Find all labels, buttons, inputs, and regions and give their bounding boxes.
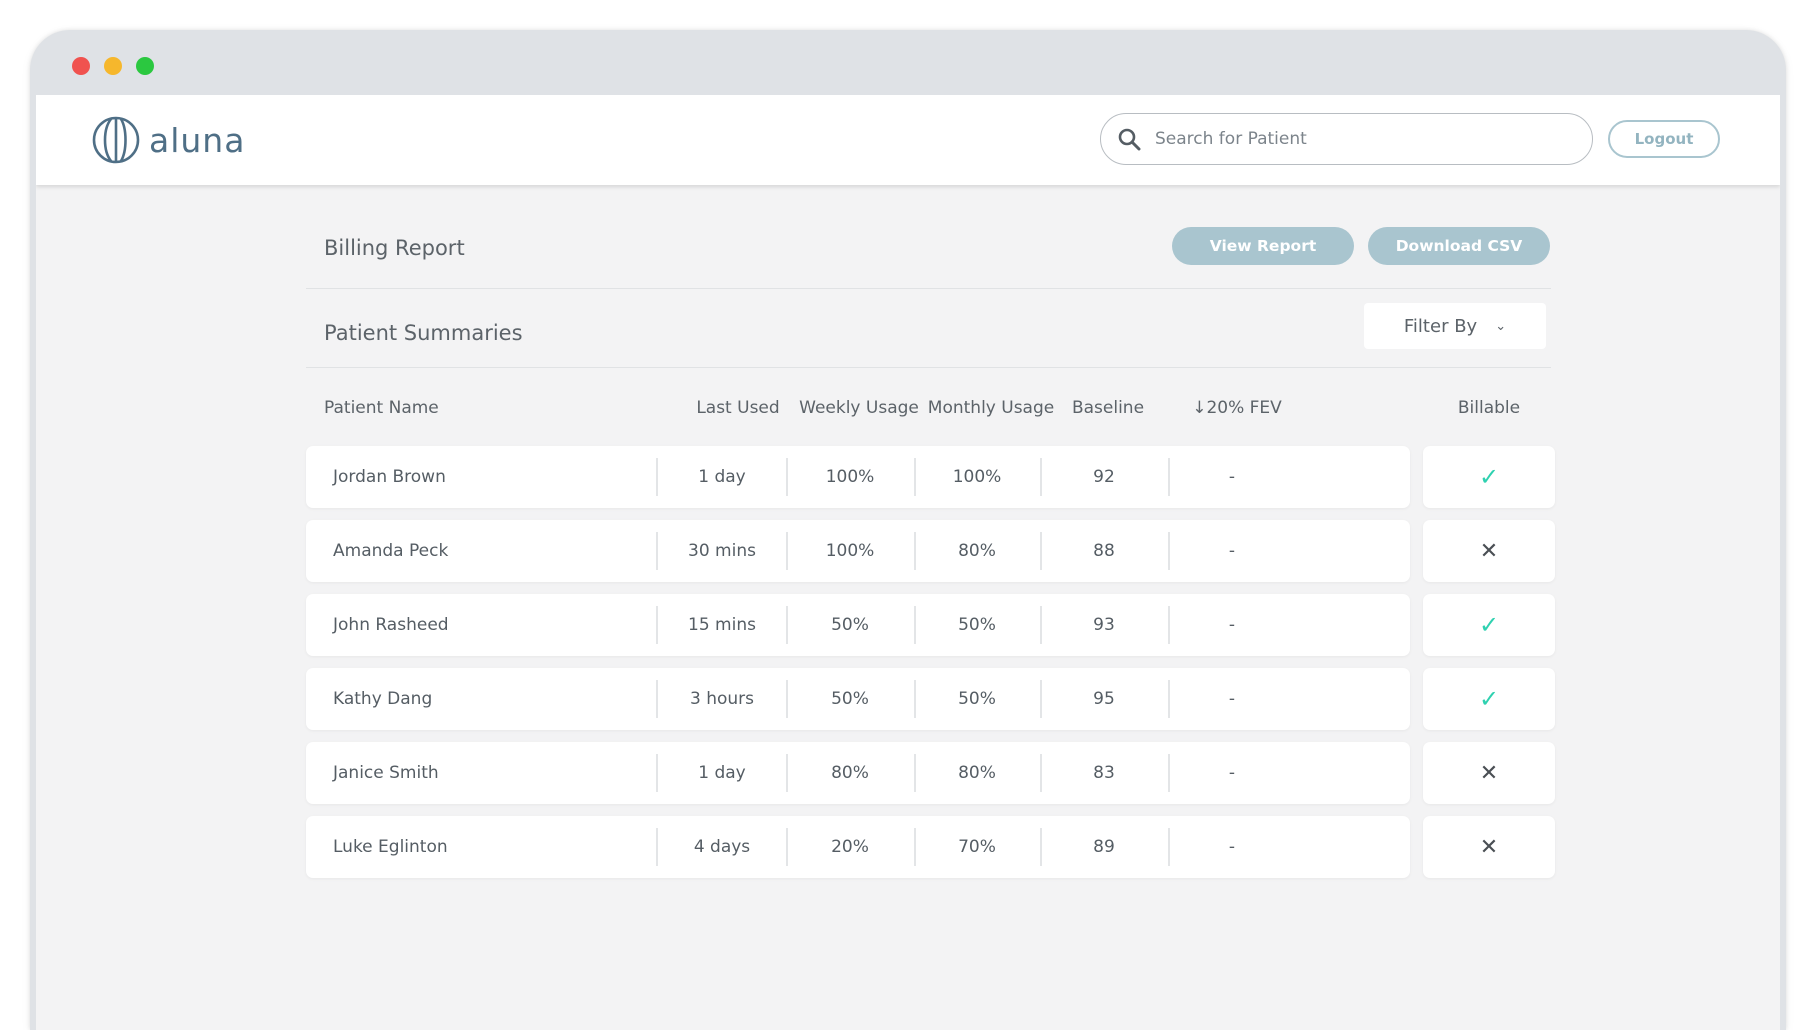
billable-cell[interactable]: ✓ (1423, 668, 1555, 730)
cell-weekly: 100% (825, 467, 875, 487)
cell-weekly: 20% (831, 837, 869, 857)
filter-dropdown[interactable]: Filter By ⌄ (1364, 303, 1546, 349)
close-icon: ✕ (1479, 834, 1499, 860)
patient-name: Kathy Dang (333, 689, 433, 709)
patient-name: Janice Smith (333, 763, 439, 783)
patient-name: Amanda Peck (333, 541, 449, 561)
minimize-window-button[interactable] (104, 57, 122, 75)
patient-row-card[interactable]: Jordan Brown 1 day 100% 100% 92 - (306, 446, 1410, 508)
section-title: Patient Summaries (324, 321, 523, 345)
column-header-billable[interactable]: Billable (1423, 398, 1555, 418)
patient-row-card[interactable]: John Rasheed 15 mins 50% 50% 93 - (306, 594, 1410, 656)
cell-weekly: 100% (825, 541, 875, 561)
view-report-button[interactable]: View Report (1172, 227, 1354, 265)
cell-fev: - (1228, 689, 1236, 709)
cell-fev: - (1228, 763, 1236, 783)
browser-window: aluna Logout Billing Report View Report … (30, 30, 1786, 1030)
main-content: Billing Report View Report Download CSV … (306, 185, 1555, 890)
cell-baseline: 92 (1093, 467, 1115, 487)
table-row[interactable]: Janice Smith 1 day 80% 80% 83 - ✕ (306, 742, 1555, 806)
cell-weekly: 50% (831, 615, 869, 635)
cell-monthly: 100% (952, 467, 1002, 487)
app-header: aluna Logout (36, 95, 1780, 185)
close-window-button[interactable] (72, 57, 90, 75)
cell-monthly: 80% (958, 763, 996, 783)
table-row[interactable]: Jordan Brown 1 day 100% 100% 92 - ✓ (306, 446, 1555, 510)
billable-cell[interactable]: ✕ (1423, 520, 1555, 582)
billable-cell[interactable]: ✕ (1423, 816, 1555, 878)
brand-name: aluna (149, 120, 246, 160)
cell-fev: - (1228, 467, 1236, 487)
logout-button[interactable]: Logout (1608, 120, 1720, 158)
cell-fev: - (1228, 541, 1236, 561)
cell-last-used: 1 day (698, 467, 746, 487)
cell-fev: - (1228, 837, 1236, 857)
billable-cell[interactable]: ✓ (1423, 594, 1555, 656)
cell-monthly: 70% (958, 837, 996, 857)
check-icon: ✓ (1478, 685, 1500, 713)
cell-last-used: 15 mins (688, 615, 756, 635)
search-input[interactable] (1155, 129, 1555, 149)
column-header-patient-name[interactable]: Patient Name (324, 398, 439, 418)
download-csv-button[interactable]: Download CSV (1368, 227, 1550, 265)
cell-baseline: 88 (1093, 541, 1115, 561)
page-title: Billing Report (324, 236, 465, 260)
search-icon (1118, 128, 1141, 151)
cell-baseline: 95 (1093, 689, 1115, 709)
cell-last-used: 1 day (698, 763, 746, 783)
window-controls (72, 57, 154, 75)
table-row[interactable]: Amanda Peck 30 mins 100% 80% 88 - ✕ (306, 520, 1555, 584)
cell-fev: - (1228, 615, 1236, 635)
patient-search[interactable] (1100, 113, 1593, 165)
cell-last-used: 3 hours (689, 689, 754, 709)
patient-row-card[interactable]: Luke Eglinton 4 days 20% 70% 89 - (306, 816, 1410, 878)
table-row[interactable]: Luke Eglinton 4 days 20% 70% 89 - ✕ (306, 816, 1555, 880)
maximize-window-button[interactable] (136, 57, 154, 75)
cell-weekly: 50% (831, 689, 869, 709)
patient-row-card[interactable]: Janice Smith 1 day 80% 80% 83 - (306, 742, 1410, 804)
billable-cell[interactable]: ✓ (1423, 446, 1555, 508)
cell-monthly: 50% (958, 689, 996, 709)
table-header: Patient Name Last Used Weekly Usage Mont… (306, 368, 1551, 446)
patient-name: John Rasheed (333, 615, 449, 635)
cell-monthly: 50% (958, 615, 996, 635)
brand-logo[interactable]: aluna (91, 115, 245, 165)
billing-report-header: Billing Report View Report Download CSV (306, 185, 1551, 289)
cell-baseline: 89 (1093, 837, 1115, 857)
chevron-down-icon: ⌄ (1495, 318, 1507, 334)
table-row[interactable]: John Rasheed 15 mins 50% 50% 93 - ✓ (306, 594, 1555, 658)
table-row[interactable]: Kathy Dang 3 hours 50% 50% 95 - ✓ (306, 668, 1555, 732)
patient-row-card[interactable]: Amanda Peck 30 mins 100% 80% 88 - (306, 520, 1410, 582)
patient-name: Jordan Brown (333, 467, 446, 487)
cell-weekly: 80% (831, 763, 869, 783)
close-icon: ✕ (1479, 760, 1499, 786)
cell-last-used: 30 mins (688, 541, 756, 561)
billable-cell[interactable]: ✕ (1423, 742, 1555, 804)
column-header-fev[interactable]: ↓20% FEV (1152, 398, 1322, 418)
cell-last-used: 4 days (693, 837, 751, 857)
patient-summaries-header: Patient Summaries Filter By ⌄ (306, 289, 1551, 368)
filter-label: Filter By (1403, 315, 1478, 337)
patient-row-card[interactable]: Kathy Dang 3 hours 50% 50% 95 - (306, 668, 1410, 730)
check-icon: ✓ (1478, 611, 1500, 639)
check-icon: ✓ (1478, 463, 1500, 491)
cell-baseline: 83 (1093, 763, 1115, 783)
cell-monthly: 80% (958, 541, 996, 561)
cell-baseline: 93 (1093, 615, 1115, 635)
app-viewport: aluna Logout Billing Report View Report … (36, 95, 1780, 1030)
patient-table-body: Jordan Brown 1 day 100% 100% 92 - ✓ Amanda Peck… (306, 446, 1555, 880)
patient-name: Luke Eglinton (333, 837, 448, 857)
aluna-logo-icon (92, 116, 140, 164)
close-icon: ✕ (1479, 538, 1499, 564)
